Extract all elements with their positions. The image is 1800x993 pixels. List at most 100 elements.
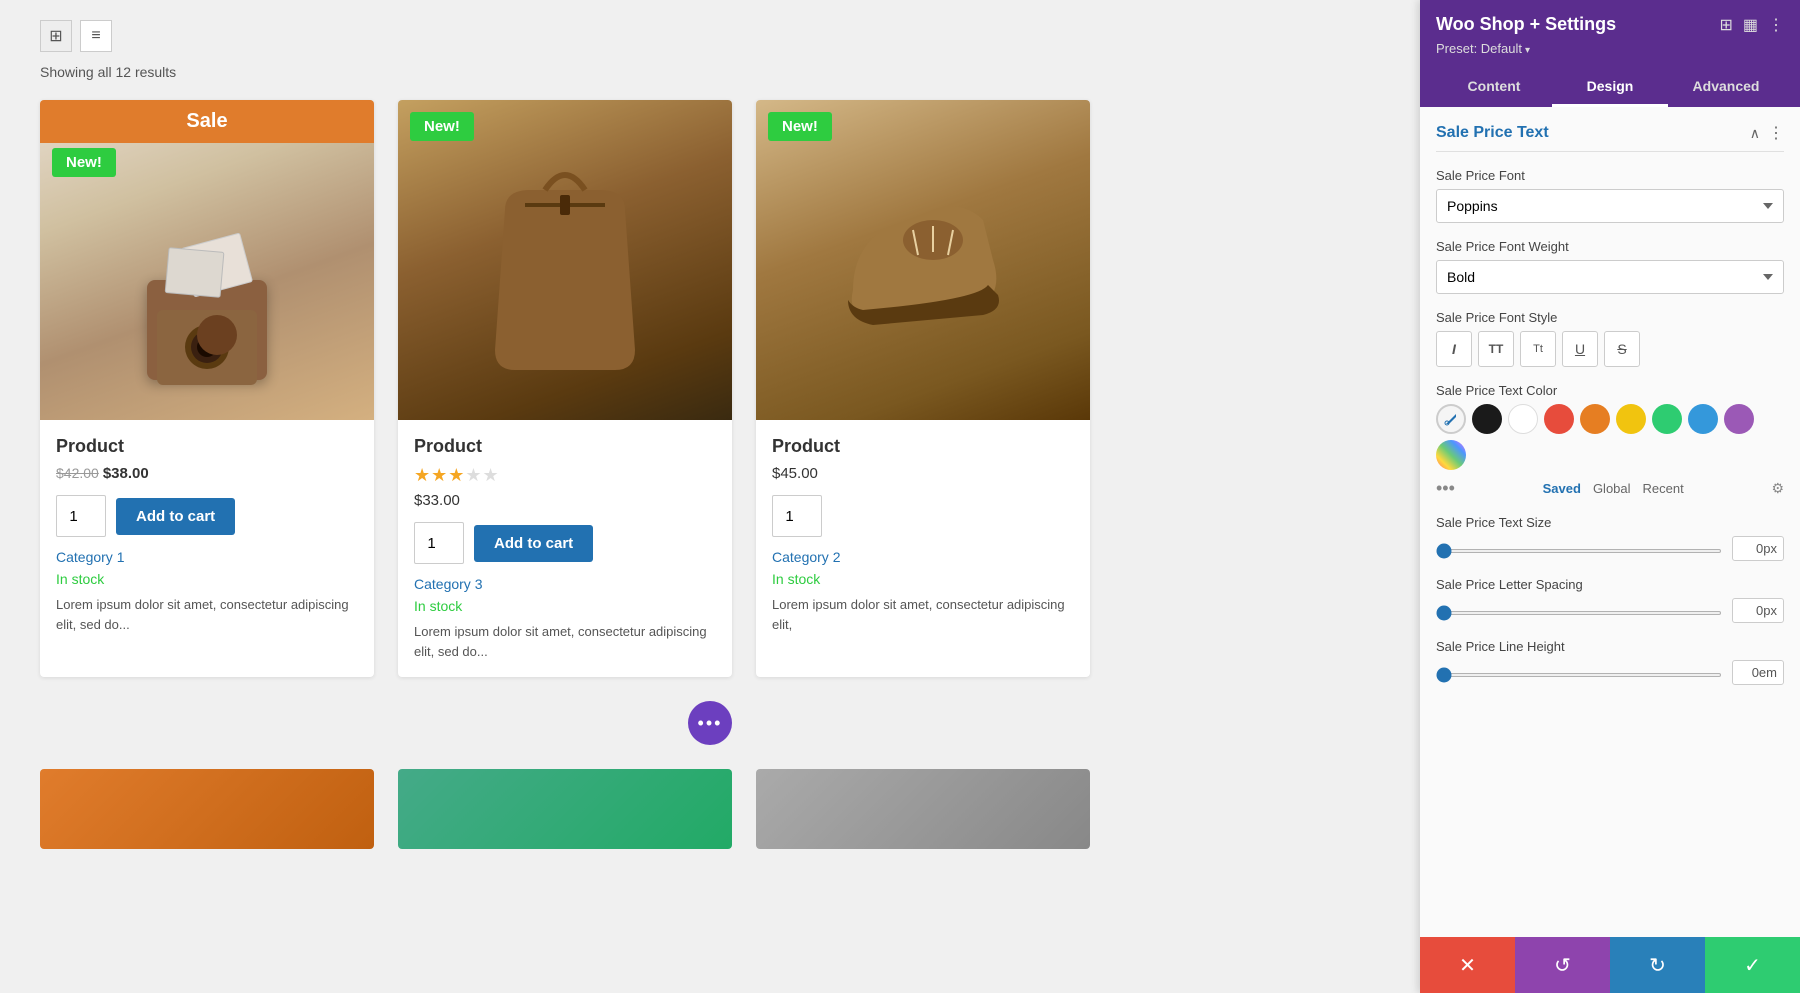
- category-link-2[interactable]: Category 3: [414, 576, 716, 592]
- text-size-label: Sale Price Text Size: [1436, 515, 1784, 530]
- category-link-1[interactable]: Category 1: [56, 549, 358, 565]
- new-badge-1: New!: [52, 148, 116, 177]
- add-to-cart-button-2[interactable]: Add to cart: [474, 525, 593, 562]
- bag-svg: [475, 130, 655, 390]
- list-view-button[interactable]: ≡: [80, 20, 112, 52]
- panel-preset[interactable]: Preset: Default▾: [1436, 41, 1784, 56]
- product-image-1: Sale New!: [40, 100, 374, 420]
- panel-footer: ✕ ↺ ↻ ✓: [1420, 937, 1800, 993]
- font-weight-select[interactable]: Bold Normal Light 100 200 300 400 500 60…: [1436, 260, 1784, 294]
- color-purple[interactable]: [1724, 404, 1754, 434]
- product-info-1: Product $42.00$38.00 Add to cart Categor…: [40, 420, 374, 650]
- view-toggle: ⊞ ≡: [40, 20, 1380, 52]
- font-weight-label: Sale Price Font Weight: [1436, 239, 1784, 254]
- color-yellow[interactable]: [1616, 404, 1646, 434]
- tt-button[interactable]: TT: [1478, 331, 1514, 367]
- product-card-2: New! Product ★★★★★ $: [398, 100, 732, 677]
- global-tab[interactable]: Global: [1593, 481, 1631, 496]
- color-more-icon[interactable]: •••: [1436, 478, 1455, 499]
- category-link-3[interactable]: Category 2: [772, 549, 1074, 565]
- font-label: Sale Price Font: [1436, 168, 1784, 183]
- line-height-slider-wrap: [1436, 664, 1722, 682]
- color-settings-icon[interactable]: ⚙: [1771, 480, 1784, 497]
- product-desc-2: Lorem ipsum dolor sit amet, consectetur …: [414, 622, 716, 661]
- text-size-slider[interactable]: [1436, 549, 1722, 553]
- product-info-2: Product ★★★★★ $33.00 Add to cart Categor…: [398, 420, 732, 677]
- color-white[interactable]: [1508, 404, 1538, 434]
- section-actions: ∧ ⋮: [1750, 123, 1784, 143]
- qty-input-3[interactable]: [772, 495, 822, 537]
- panel-title-row: Woo Shop + Settings ⊞ ▦ ⋮: [1436, 14, 1784, 35]
- letter-spacing-slider[interactable]: [1436, 611, 1722, 615]
- cancel-button[interactable]: ✕: [1420, 937, 1515, 993]
- color-tabs-row: ••• Saved Global Recent ⚙: [1436, 478, 1784, 499]
- strikethrough-button[interactable]: S: [1604, 331, 1640, 367]
- color-swatches: [1436, 404, 1784, 470]
- letter-spacing-value: 0px: [1732, 598, 1784, 623]
- font-style-row: Sale Price Font Style I TT Tt U S: [1436, 310, 1784, 367]
- color-blue[interactable]: [1688, 404, 1718, 434]
- panel-title: Woo Shop + Settings: [1436, 14, 1616, 35]
- color-orange[interactable]: [1580, 404, 1610, 434]
- line-height-slider-row: 0em: [1436, 660, 1784, 685]
- tab-content[interactable]: Content: [1436, 68, 1552, 107]
- results-count: Showing all 12 results: [40, 64, 1380, 80]
- in-stock-2: In stock: [414, 598, 716, 614]
- panel-icon-layout[interactable]: ▦: [1743, 15, 1758, 35]
- redo-button[interactable]: ↻: [1610, 937, 1705, 993]
- product-name-1: Product: [56, 436, 358, 457]
- line-height-label: Sale Price Line Height: [1436, 639, 1784, 654]
- font-row: Sale Price Font Poppins Arial Roboto: [1436, 168, 1784, 223]
- line-height-slider[interactable]: [1436, 673, 1722, 677]
- font-weight-row: Sale Price Font Weight Bold Normal Light…: [1436, 239, 1784, 294]
- color-green[interactable]: [1652, 404, 1682, 434]
- add-to-cart-row-3: Add to cart: [772, 495, 1074, 537]
- confirm-button[interactable]: ✓: [1705, 937, 1800, 993]
- panel-title-icons: ⊞ ▦ ⋮: [1719, 15, 1784, 35]
- right-panel: Woo Shop + Settings ⊞ ▦ ⋮ Preset: Defaul…: [1420, 0, 1800, 993]
- dropper-icon: [1444, 412, 1458, 426]
- letter-spacing-row: Sale Price Letter Spacing 0px: [1436, 577, 1784, 623]
- sale-banner-1: Sale: [40, 100, 374, 143]
- color-dropper[interactable]: [1436, 404, 1466, 434]
- price-regular-3: $45.00: [772, 465, 818, 482]
- price-3: $45.00: [772, 465, 1074, 483]
- color-black[interactable]: [1472, 404, 1502, 434]
- panel-icon-menu[interactable]: ⋮: [1768, 15, 1784, 35]
- new-badge-3: New!: [768, 112, 832, 141]
- tab-advanced[interactable]: Advanced: [1668, 68, 1784, 107]
- price-original-1: $42.00: [56, 465, 99, 481]
- panel-icon-target[interactable]: ⊞: [1719, 15, 1732, 35]
- color-red[interactable]: [1544, 404, 1574, 434]
- underline-button[interactable]: U: [1562, 331, 1598, 367]
- product-image-3: New!: [756, 100, 1090, 420]
- section-menu-icon[interactable]: ⋮: [1768, 123, 1784, 143]
- font-style-label: Sale Price Font Style: [1436, 310, 1784, 325]
- recent-tab[interactable]: Recent: [1643, 481, 1684, 496]
- text-color-row: Sale Price Text Color ••: [1436, 383, 1784, 499]
- pagination-button[interactable]: •••: [688, 701, 732, 745]
- saved-tab[interactable]: Saved: [1543, 481, 1581, 496]
- price-sale-1: $38.00: [103, 465, 149, 482]
- product-card-1: Sale New!: [40, 100, 374, 677]
- color-gradient[interactable]: [1436, 440, 1466, 470]
- font-style-buttons: I TT Tt U S: [1436, 331, 1784, 367]
- undo-button[interactable]: ↺: [1515, 937, 1610, 993]
- add-to-cart-button-1[interactable]: Add to cart: [116, 498, 235, 535]
- partial-card-2: [398, 769, 732, 849]
- add-to-cart-row-1: Add to cart: [56, 495, 358, 537]
- tt-small-button[interactable]: Tt: [1520, 331, 1556, 367]
- camera-svg: [127, 220, 287, 400]
- grid-view-button[interactable]: ⊞: [40, 20, 72, 52]
- italic-button[interactable]: I: [1436, 331, 1472, 367]
- tab-design[interactable]: Design: [1552, 68, 1668, 107]
- section-chevron-icon[interactable]: ∧: [1750, 125, 1760, 142]
- qty-input-2[interactable]: [414, 522, 464, 564]
- new-badge-2: New!: [410, 112, 474, 141]
- in-stock-3: In stock: [772, 571, 1074, 587]
- font-select[interactable]: Poppins Arial Roboto: [1436, 189, 1784, 223]
- text-size-value: 0px: [1732, 536, 1784, 561]
- qty-input-1[interactable]: [56, 495, 106, 537]
- line-height-row: Sale Price Line Height 0em: [1436, 639, 1784, 685]
- product-card-3: New! Product: [756, 100, 1090, 677]
